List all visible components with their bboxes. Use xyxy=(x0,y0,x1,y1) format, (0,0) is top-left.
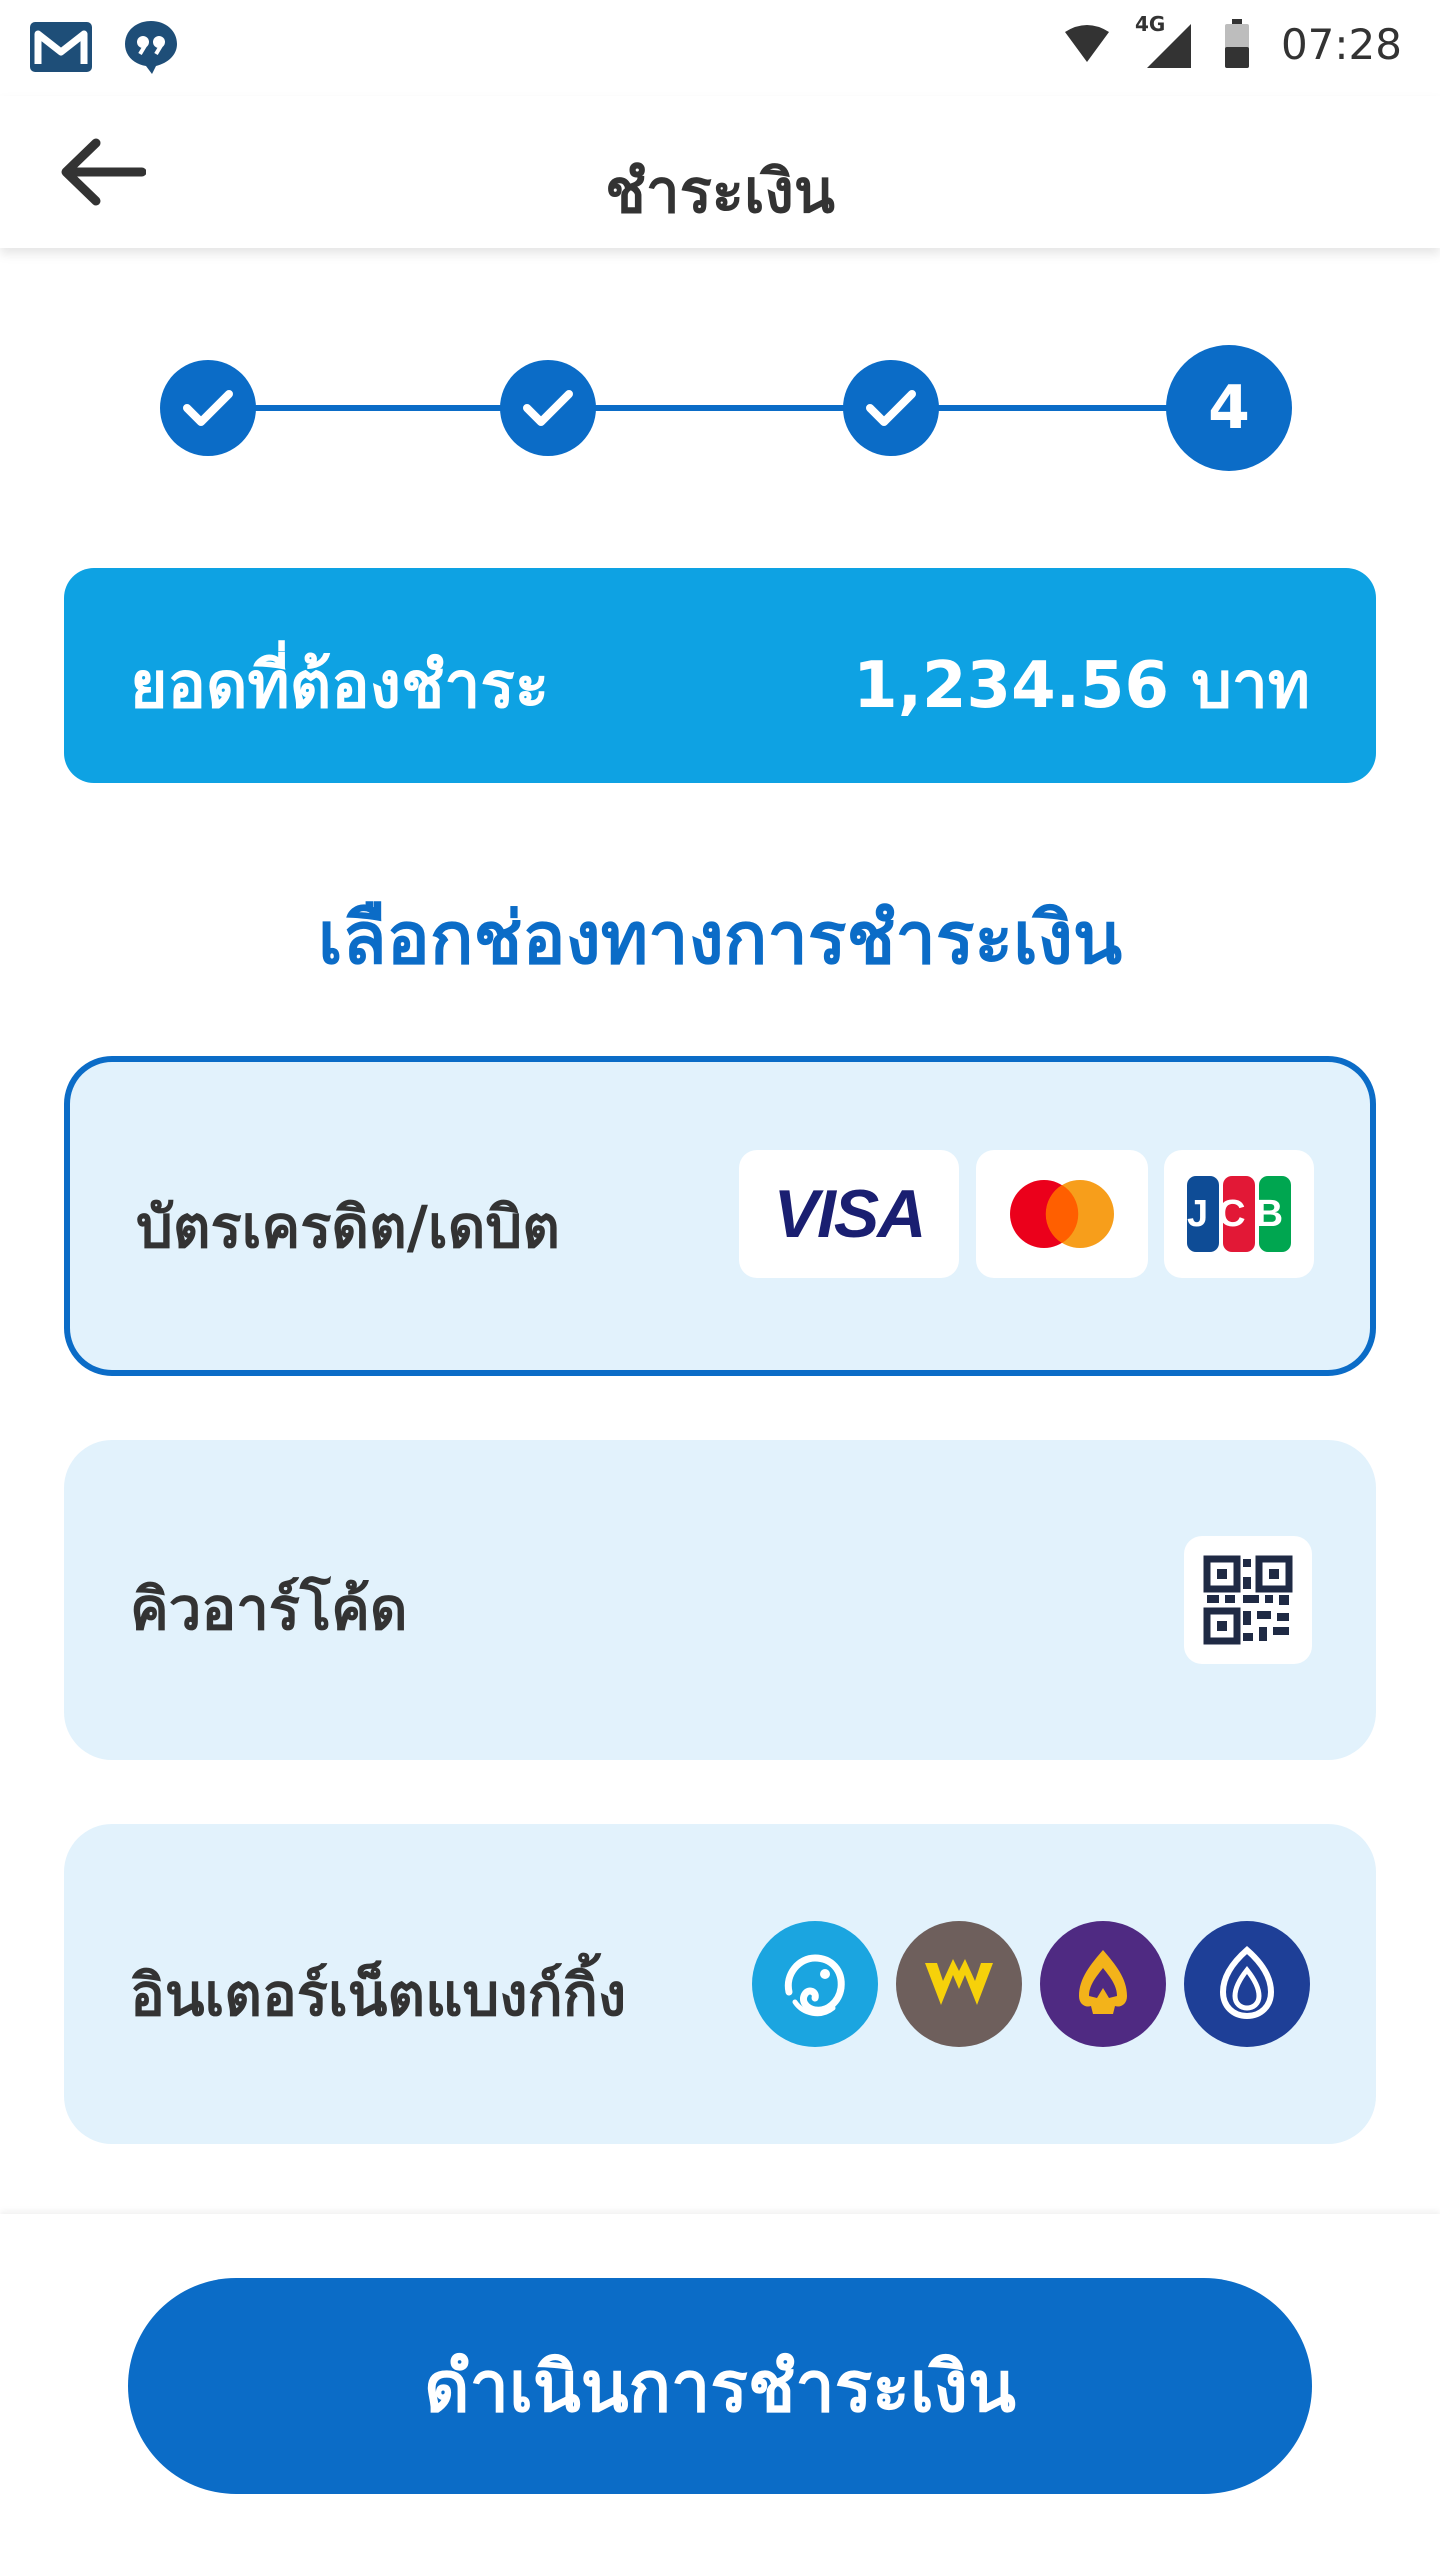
amount-due-card: ยอดที่ต้องชำระ 1,234.56 บาท xyxy=(64,568,1376,783)
amount-due-label: ยอดที่ต้องชำระ xyxy=(130,649,550,723)
payment-method-internet-banking[interactable]: อินเตอร์เน็ตแบงก์กิ้ง xyxy=(64,1824,1376,2144)
jcb-text: JCB xyxy=(1187,1192,1294,1235)
step-2-completed xyxy=(500,360,596,456)
scb-bank-logo xyxy=(1040,1921,1166,2047)
amount-due-value: 1,234.56 บาท xyxy=(853,649,1310,723)
krungsri-bank-logo xyxy=(896,1921,1022,2047)
check-icon xyxy=(523,390,573,426)
qr-code-icon xyxy=(1184,1536,1312,1664)
clock: 07:28 xyxy=(1280,19,1402,69)
cell-signal-icon: 4G xyxy=(1135,12,1193,70)
status-bar: 4G 07:28 xyxy=(0,0,1440,96)
step-1-completed xyxy=(160,360,256,456)
mastercard-logo xyxy=(976,1150,1148,1278)
payment-method-card-label: บัตรเครดิต/เดบิต xyxy=(136,1193,560,1261)
bangkok-bank-logo xyxy=(1184,1921,1310,2047)
quote-message-icon xyxy=(125,21,177,74)
kasikorn-bank-logo xyxy=(752,1921,878,2047)
app-bar: ชำระเงิน xyxy=(0,96,1440,248)
payment-method-card[interactable]: บัตรเครดิต/เดบิต VISA JCB xyxy=(64,1056,1376,1376)
payment-method-internet-banking-label: อินเตอร์เน็ตแบงก์กิ้ง xyxy=(130,1961,627,2029)
system-icons: 4G 07:28 xyxy=(1063,12,1402,70)
payment-channel-title: เลือกช่องทางการชำระเงิน xyxy=(317,896,1123,980)
battery-icon xyxy=(1224,19,1249,68)
step-4-current: 4 xyxy=(1166,345,1292,471)
notification-icons xyxy=(28,18,180,76)
check-icon xyxy=(866,390,916,426)
proceed-payment-button[interactable]: ดำเนินการชำระเงิน xyxy=(128,2278,1312,2494)
payment-method-qr-label: คิวอาร์โค้ด xyxy=(130,1575,408,1643)
check-icon xyxy=(183,390,233,426)
bottom-action-bar: ดำเนินการชำระเงิน xyxy=(0,2214,1440,2560)
page-title: ชำระเงิน xyxy=(605,157,835,227)
network-type-label: 4G xyxy=(1134,12,1166,36)
wifi-icon xyxy=(1064,25,1109,62)
stepper-line xyxy=(208,405,1228,411)
jcb-logo: JCB xyxy=(1164,1150,1314,1278)
progress-stepper: 4 xyxy=(0,345,1440,480)
payment-method-qr[interactable]: คิวอาร์โค้ด xyxy=(64,1440,1376,1760)
step-3-completed xyxy=(843,360,939,456)
visa-logo: VISA xyxy=(739,1150,959,1278)
gmail-icon xyxy=(30,22,92,72)
